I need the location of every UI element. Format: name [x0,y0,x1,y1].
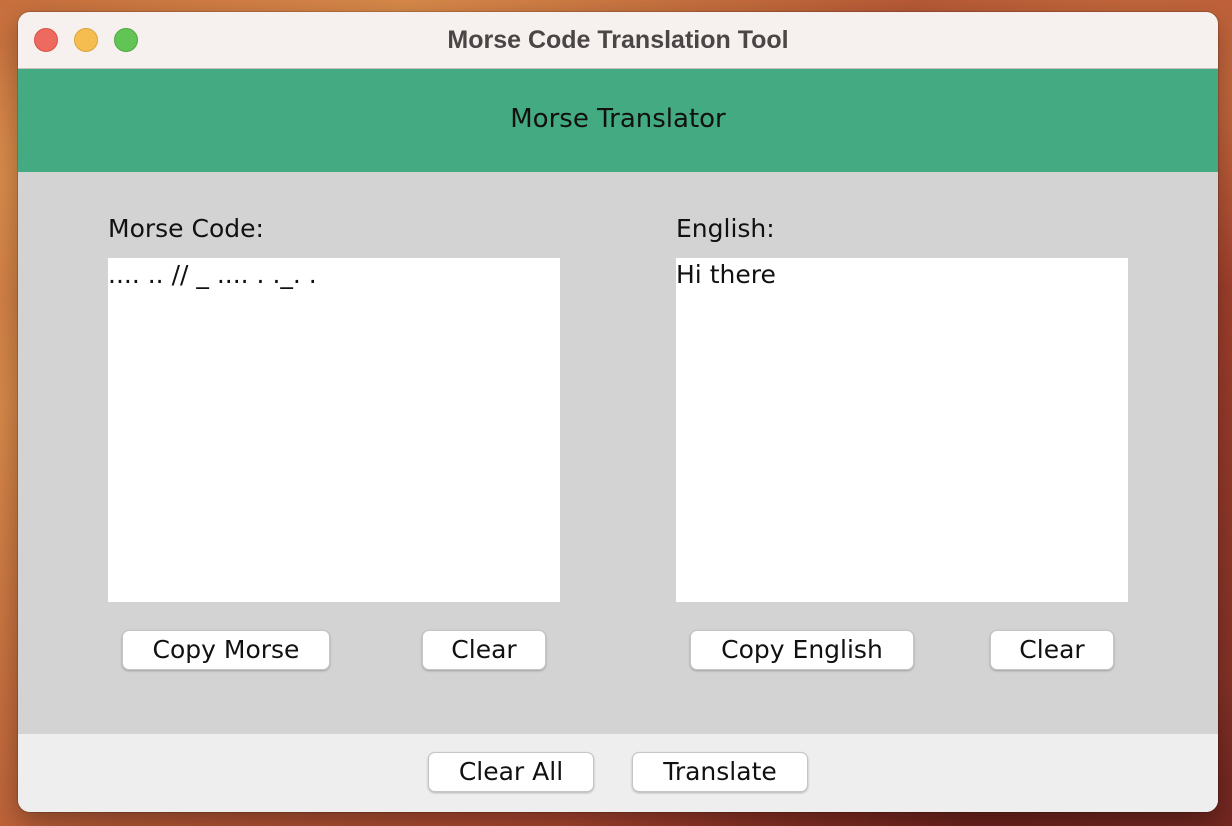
copy-english-button[interactable]: Copy English [690,630,914,670]
clear-morse-button[interactable]: Clear [422,630,546,670]
clear-english-button[interactable]: Clear [990,630,1114,670]
header-banner: Morse Translator [18,69,1218,172]
clear-all-button[interactable]: Clear All [428,752,594,792]
english-textarea[interactable]: Hi there [676,258,1128,602]
window-title: Morse Code Translation Tool [447,26,789,54]
copy-morse-button[interactable]: Copy Morse [122,630,330,670]
morse-code-textarea[interactable]: .... .. // _ .... . ._. . [108,258,560,602]
translate-button[interactable]: Translate [632,752,808,792]
footer-bar: Clear All Translate [18,734,1218,812]
app-window: Morse Code Translation Tool Morse Transl… [18,12,1218,812]
english-label: English: [676,214,775,243]
morse-code-label: Morse Code: [108,214,264,243]
title-bar: Morse Code Translation Tool [18,12,1218,69]
